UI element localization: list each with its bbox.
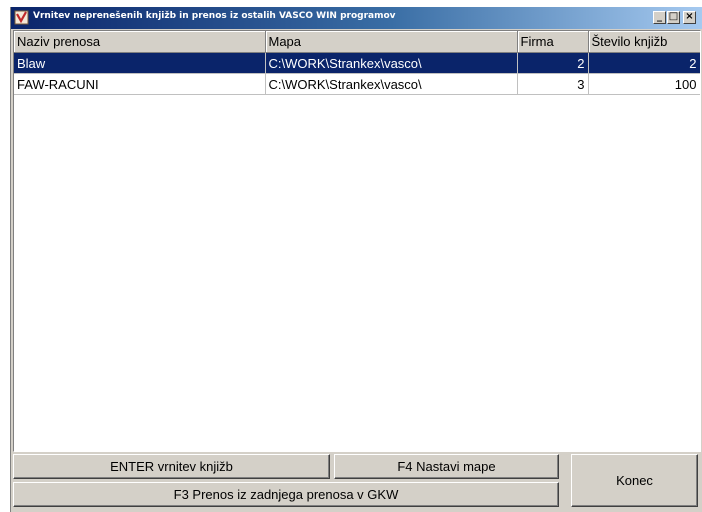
konec-button[interactable]: Konec — [571, 454, 698, 507]
cell-mapa: C:\WORK\Strankex\vasco\ — [265, 52, 518, 74]
column-header-naziv[interactable]: Naziv prenosa — [14, 31, 266, 53]
transfer-window: Vrnitev neprenešenih knjižb in prenos iz… — [10, 7, 702, 512]
cell-mapa: C:\WORK\Strankex\vasco\ — [265, 73, 518, 95]
app-icon — [14, 10, 29, 25]
column-header-stevilo[interactable]: Število knjižb — [588, 31, 700, 53]
transfer-grid[interactable]: Naziv prenosa Mapa Firma Število knjižb … — [13, 30, 701, 452]
column-header-firma[interactable]: Firma — [517, 31, 589, 53]
grid-header-row: Naziv prenosa Mapa Firma Število knjižb — [14, 31, 700, 53]
minimize-button[interactable]: _ — [653, 11, 666, 24]
maximize-button[interactable]: □ — [667, 11, 680, 24]
cell-stevilo: 2 — [588, 52, 700, 74]
table-row[interactable]: FAW-RACUNI C:\WORK\Strankex\vasco\ 3 100 — [14, 73, 700, 95]
column-header-mapa[interactable]: Mapa — [265, 31, 518, 53]
close-button[interactable]: × — [683, 11, 696, 24]
window-title: Vrnitev neprenešenih knjižb in prenos iz… — [33, 11, 396, 21]
cell-naziv: FAW-RACUNI — [14, 73, 266, 95]
cell-naziv: Blaw — [14, 52, 266, 74]
cell-firma: 3 — [517, 73, 589, 95]
transfer-table: Naziv prenosa Mapa Firma Število knjižb … — [14, 31, 700, 95]
cell-firma: 2 — [517, 52, 589, 74]
cell-stevilo: 100 — [588, 73, 700, 95]
f4-set-folders-button[interactable]: F4 Nastavi mape — [334, 454, 559, 479]
enter-return-button[interactable]: ENTER vrnitev knjižb — [13, 454, 330, 479]
f3-transfer-button[interactable]: F3 Prenos iz zadnjega prenosa v GKW — [13, 482, 559, 507]
title-bar[interactable]: Vrnitev neprenešenih knjižb in prenos iz… — [11, 7, 702, 29]
table-row[interactable]: Blaw C:\WORK\Strankex\vasco\ 2 2 — [14, 52, 700, 74]
